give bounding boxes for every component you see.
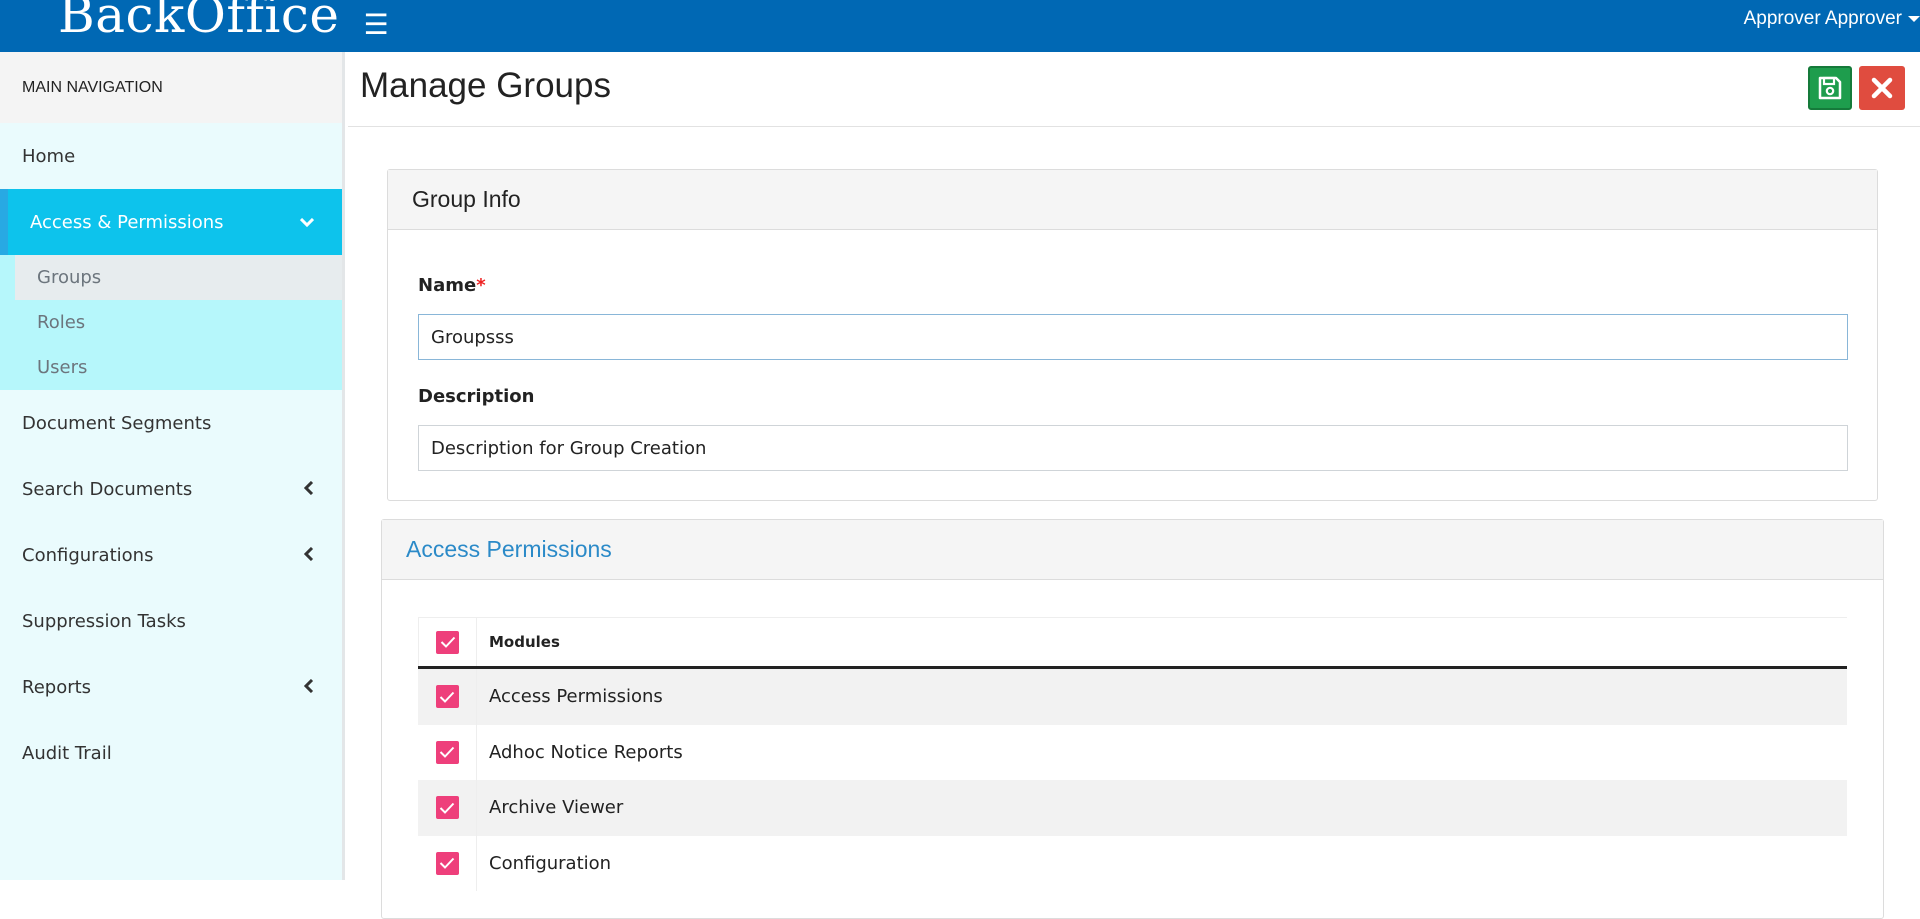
name-label-text: Name	[418, 275, 477, 296]
modules-column-header: Modules	[489, 633, 560, 651]
chevron-left-icon	[303, 545, 314, 566]
check-icon	[439, 747, 455, 759]
user-menu[interactable]: Approver Approver	[1744, 6, 1920, 32]
top-bar: BackOffice ☰ Approver Approver	[0, 0, 1920, 52]
select-all-cell	[418, 618, 477, 666]
checkbox-cell	[418, 669, 477, 725]
floppy-disk-icon	[1818, 76, 1842, 100]
module-checkbox[interactable]	[435, 685, 459, 709]
modules-table: Modules Access Permissions Adhoc Notice …	[418, 617, 1847, 891]
module-name: Adhoc Notice Reports	[489, 741, 683, 763]
checkbox-cell	[418, 780, 477, 836]
sidebar-item-label: Configurations	[22, 544, 154, 566]
x-icon	[1871, 77, 1893, 99]
description-input[interactable]	[418, 425, 1848, 471]
user-name: Approver Approver	[1743, 8, 1902, 29]
module-checkbox[interactable]	[435, 796, 459, 820]
required-marker: *	[476, 275, 486, 296]
access-permissions-heading: Access Permissions	[382, 520, 1883, 580]
nav-heading: MAIN NAVIGATION	[0, 52, 342, 123]
sidebar-item-groups[interactable]: Groups	[15, 255, 342, 300]
table-header: Modules	[418, 617, 1847, 669]
checkbox-cell	[418, 835, 477, 891]
select-all-checkbox[interactable]	[436, 630, 459, 654]
checkbox-cell	[418, 724, 477, 780]
sidebar-item-label: Roles	[37, 312, 86, 333]
name-label: Name*	[418, 275, 486, 296]
sidebar-item-reports[interactable]: Reports	[0, 654, 342, 720]
sidebar-item-configurations[interactable]: Configurations	[0, 522, 342, 588]
sidebar-item-label: Document Segments	[22, 412, 212, 434]
chevron-left-icon	[303, 677, 314, 698]
table-row: Configuration	[418, 835, 1847, 891]
sidebar-item-access-permissions[interactable]: Access & Permissions	[0, 189, 342, 255]
table-row: Adhoc Notice Reports	[418, 724, 1847, 780]
divider	[348, 126, 1920, 127]
sidebar-item-users[interactable]: Users	[15, 345, 342, 390]
description-label: Description	[418, 386, 535, 407]
sidebar-item-search-documents[interactable]: Search Documents	[0, 456, 342, 522]
hamburger-icon[interactable]: ☰	[356, 6, 396, 42]
sidebar-item-audit-trail[interactable]: Audit Trail	[0, 720, 342, 786]
sidebar-item-label: Suppression Tasks	[22, 610, 186, 632]
table-row: Archive Viewer	[418, 780, 1847, 836]
page-title: Manage Groups	[360, 66, 611, 105]
name-input[interactable]	[418, 314, 1848, 360]
close-button[interactable]	[1859, 66, 1905, 110]
sidebar-item-label: Audit Trail	[22, 742, 112, 764]
module-name: Archive Viewer	[489, 797, 624, 819]
module-name: Configuration	[489, 852, 612, 874]
sidebar-item-document-segments[interactable]: Document Segments	[0, 390, 342, 456]
caret-down-icon	[1908, 16, 1920, 22]
module-name: Access Permissions	[489, 686, 663, 708]
chevron-down-icon	[299, 212, 315, 233]
group-info-heading: Group Info	[388, 170, 1877, 230]
sidebar-item-label: Access & Permissions	[30, 211, 224, 233]
check-icon	[439, 691, 455, 703]
module-checkbox[interactable]	[435, 851, 459, 875]
sidebar-item-label: Search Documents	[22, 478, 193, 500]
sidebar-item-label: Home	[22, 145, 76, 167]
group-info-card: Group Info Name* Description	[387, 169, 1878, 501]
sidebar-item-roles[interactable]: Roles	[15, 300, 342, 345]
chevron-left-icon	[303, 479, 314, 500]
module-checkbox[interactable]	[435, 740, 459, 764]
save-button[interactable]	[1808, 66, 1852, 110]
sidebar-item-label: Groups	[37, 267, 102, 288]
sidebar-item-suppression-tasks[interactable]: Suppression Tasks	[0, 588, 342, 654]
access-permissions-card: Access Permissions Modules Access Permis…	[381, 519, 1884, 919]
sidebar-item-home[interactable]: Home	[0, 123, 342, 189]
submenu-access-permissions: Groups Roles Users	[0, 255, 342, 390]
table-row: Access Permissions	[418, 669, 1847, 725]
app-logo[interactable]: BackOffice	[58, 0, 339, 44]
sidebar-item-label: Users	[37, 357, 88, 378]
check-icon	[440, 636, 455, 648]
check-icon	[439, 802, 455, 814]
check-icon	[439, 858, 455, 870]
sidebar-item-label: Reports	[22, 676, 92, 698]
sidebar: MAIN NAVIGATION Home Access & Permission…	[0, 52, 345, 880]
